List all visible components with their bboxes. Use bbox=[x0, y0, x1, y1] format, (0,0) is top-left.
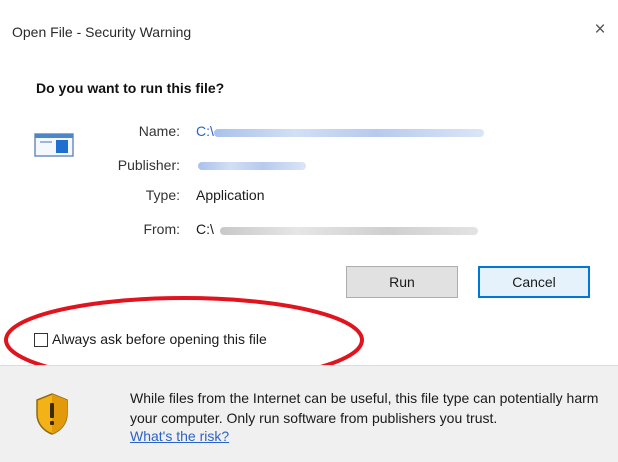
publisher-value-redacted[interactable] bbox=[198, 162, 306, 170]
title-bar: Open File - Security Warning × bbox=[0, 0, 618, 44]
security-warning-dialog: Open File - Security Warning × Do you wa… bbox=[0, 0, 618, 462]
publisher-label: Publisher: bbox=[117, 157, 180, 173]
warning-message: While files from the Internet can be use… bbox=[130, 390, 599, 426]
run-button[interactable]: Run bbox=[346, 266, 458, 298]
name-value-redacted bbox=[214, 129, 484, 137]
type-label: Type: bbox=[145, 187, 180, 203]
name-value[interactable]: C:\ bbox=[196, 123, 214, 139]
dialog-heading: Do you want to run this file? bbox=[36, 80, 225, 96]
close-icon[interactable]: × bbox=[588, 18, 612, 42]
from-value: C:\ bbox=[196, 221, 214, 237]
whats-the-risk-link[interactable]: What's the risk? bbox=[130, 428, 229, 444]
from-label: From: bbox=[143, 221, 180, 237]
security-shield-icon bbox=[36, 393, 68, 435]
cancel-button[interactable]: Cancel bbox=[478, 266, 590, 298]
name-label: Name: bbox=[138, 123, 180, 139]
always-ask-checkbox[interactable] bbox=[34, 333, 48, 347]
always-ask-label[interactable]: Always ask before opening this file bbox=[52, 331, 267, 347]
from-value-redacted bbox=[220, 227, 478, 235]
type-value: Application bbox=[196, 187, 265, 203]
window-title: Open File - Security Warning bbox=[12, 24, 192, 40]
